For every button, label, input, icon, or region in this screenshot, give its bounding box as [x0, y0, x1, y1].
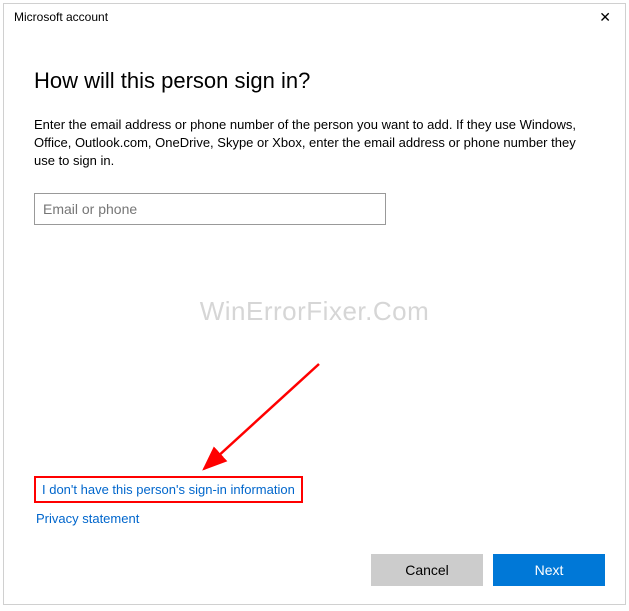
next-button[interactable]: Next: [493, 554, 605, 586]
window-title: Microsoft account: [14, 10, 108, 24]
cancel-button[interactable]: Cancel: [371, 554, 483, 586]
no-signin-info-link[interactable]: I don't have this person's sign-in infor…: [42, 482, 295, 497]
close-icon[interactable]: ✕: [595, 10, 615, 24]
content-area: How will this person sign in? Enter the …: [4, 28, 625, 225]
button-row: Cancel Next: [371, 554, 605, 586]
page-heading: How will this person sign in?: [34, 68, 595, 94]
email-phone-input[interactable]: [34, 193, 386, 225]
links-section: I don't have this person's sign-in infor…: [34, 476, 303, 526]
highlighted-link-box: I don't have this person's sign-in infor…: [34, 476, 303, 503]
privacy-statement-link[interactable]: Privacy statement: [36, 511, 303, 526]
titlebar: Microsoft account ✕: [4, 4, 625, 28]
description-text: Enter the email address or phone number …: [34, 116, 594, 171]
annotation-arrow-icon: [189, 359, 329, 479]
watermark-text: WinErrorFixer.Com: [4, 296, 625, 327]
